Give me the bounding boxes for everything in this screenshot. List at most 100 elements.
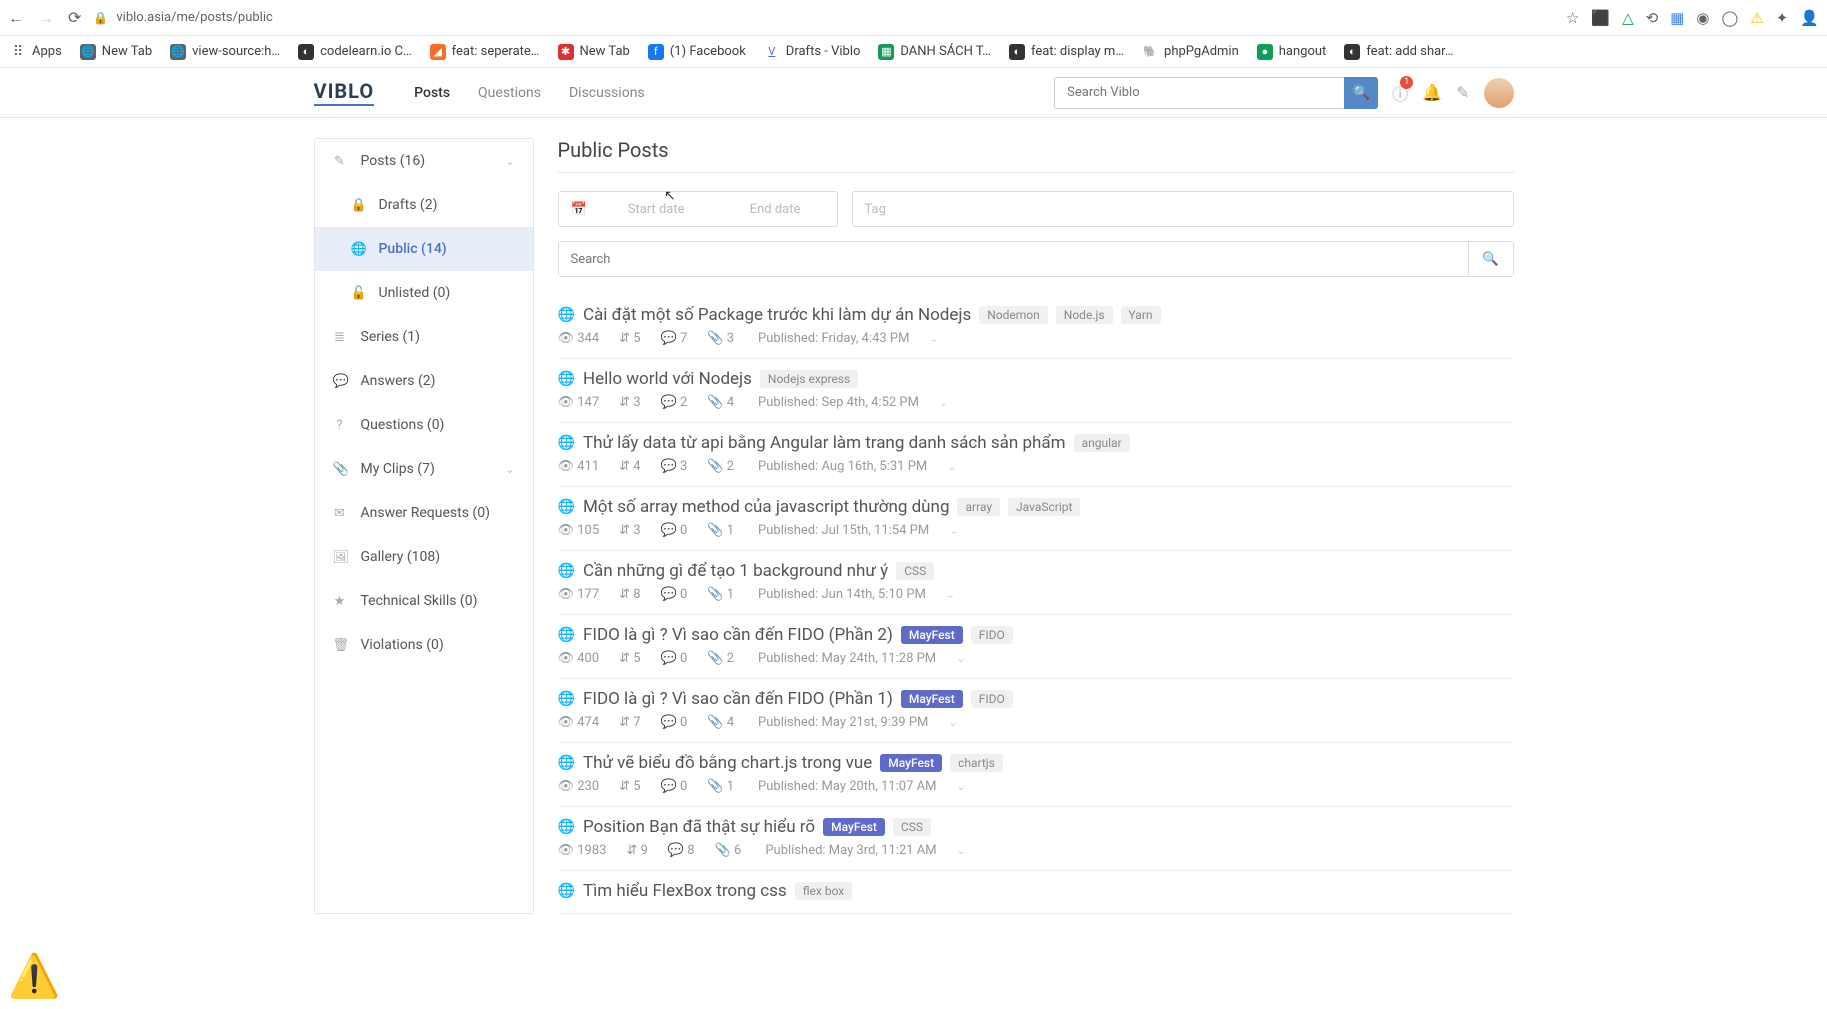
ext-icon-7[interactable]: ⚠ — [1750, 9, 1763, 27]
chevron-down-icon[interactable]: ⌄ — [929, 332, 938, 345]
tag-input[interactable]: Tag — [852, 191, 1514, 227]
global-search-input[interactable] — [1054, 77, 1344, 109]
sidebar-item[interactable]: 🗑Violations (0) — [315, 623, 533, 667]
chevron-down-icon[interactable]: ⌄ — [957, 844, 966, 857]
extensions-icon[interactable]: ✦ — [1776, 9, 1789, 27]
views-stat: 👁 400 — [558, 651, 600, 666]
published-text: Published: Friday, 4:43 PM — [758, 331, 909, 346]
ext-icon-4[interactable]: ▦ — [1670, 9, 1684, 27]
bookmark-item[interactable]: ▦DANH SÁCH T… — [878, 44, 991, 60]
sidebar-item[interactable]: ≣Series (1) — [315, 315, 533, 359]
bookmark-item[interactable]: f(1) Facebook — [648, 44, 746, 60]
sidebar-item[interactable]: ★Technical Skills (0) — [315, 579, 533, 623]
nav-discussions[interactable]: Discussions — [569, 85, 645, 101]
sidebar-item[interactable]: ✎Posts (16)⌄ — [315, 139, 533, 183]
sidebar-item[interactable]: 💬Answers (2) — [315, 359, 533, 403]
views-stat: 👁 411 — [558, 459, 600, 474]
post-tag[interactable]: chartjs — [950, 754, 1003, 772]
apps-button[interactable]: ⠿Apps — [10, 44, 62, 60]
bookmark-item[interactable]: ◢feat: seperate… — [430, 44, 540, 60]
post-title[interactable]: Thử vẽ biểu đồ bằng chart.js trong vue — [583, 753, 872, 773]
post-item: 🌐 Thử vẽ biểu đồ bằng chart.js trong vue… — [558, 743, 1514, 807]
sidebar-item[interactable]: 🔓Unlisted (0) — [315, 271, 533, 315]
post-tag[interactable]: Yarn — [1121, 306, 1161, 324]
post-title[interactable]: Cần những gì để tạo 1 background như ý — [583, 561, 888, 581]
post-title[interactable]: Cài đặt một số Package trước khi làm dự … — [583, 305, 971, 325]
chevron-down-icon[interactable]: ⌄ — [948, 716, 957, 729]
post-tag[interactable]: CSS — [893, 818, 931, 836]
sidebar-item[interactable]: 📎My Clips (7)⌄ — [315, 447, 533, 491]
bookmark-item[interactable]: ◐feat: add shar… — [1344, 44, 1453, 60]
ext-icon-5[interactable]: ◉ — [1696, 9, 1709, 27]
chevron-down-icon[interactable]: ⌄ — [949, 524, 958, 537]
pen-icon[interactable]: ✎ — [1456, 83, 1469, 102]
clips-stat: 📎 1 — [707, 523, 734, 538]
bookmark-item[interactable]: ◐feat: display m… — [1009, 44, 1124, 60]
post-title[interactable]: Thử lấy data từ api bằng Angular làm tra… — [583, 433, 1066, 453]
bookmarks-bar: ⠿Apps 🌐New Tab 🌐view-source:h… ◐codelear… — [0, 36, 1827, 68]
sidebar-item[interactable]: ✉Answer Requests (0) — [315, 491, 533, 535]
reload-icon[interactable]: ⟳ — [68, 8, 81, 27]
post-tag[interactable]: array — [957, 498, 1000, 516]
post-tag[interactable]: Node.js — [1056, 306, 1113, 324]
post-tag[interactable]: CSS — [896, 562, 934, 580]
chevron-down-icon[interactable]: ⌄ — [939, 396, 948, 409]
post-tag[interactable]: FIDO — [971, 690, 1013, 708]
info-icon[interactable]: ⓘ1 — [1392, 81, 1408, 105]
star-icon[interactable]: ☆ — [1566, 9, 1579, 27]
back-icon[interactable]: ← — [8, 8, 24, 28]
comments-stat: 💬 0 — [661, 587, 688, 602]
clips-stat: 📎 6 — [715, 843, 742, 858]
bookmark-item[interactable]: 🌐view-source:h… — [170, 44, 280, 60]
sidebar-item[interactable]: ?Questions (0) — [315, 403, 533, 447]
comments-stat: 💬 8 — [668, 843, 695, 858]
ext-icon-3[interactable]: ⟲ — [1646, 9, 1659, 27]
sidebar-item[interactable]: 🌐Public (14) — [315, 227, 533, 271]
bookmark-item[interactable]: ✱New Tab — [558, 44, 630, 60]
posts-search-button[interactable]: 🔍 — [1468, 241, 1514, 277]
post-item: 🌐 Một số array method của javascript thư… — [558, 487, 1514, 551]
post-title[interactable]: Tìm hiểu FlexBox trong css — [583, 881, 787, 901]
avatar[interactable] — [1484, 78, 1514, 108]
sidebar-item-label: Series (1) — [361, 329, 421, 345]
url-text[interactable]: viblo.asia/me/posts/public — [116, 10, 272, 25]
post-tag[interactable]: Nodejs express — [760, 370, 858, 388]
chevron-down-icon[interactable]: ⌄ — [946, 588, 955, 601]
post-tag[interactable]: Nodemon — [979, 306, 1048, 324]
chevron-down-icon[interactable]: ⌄ — [956, 652, 965, 665]
comments-stat: 💬 0 — [661, 779, 688, 794]
sidebar-item[interactable]: 🖼Gallery (108) — [315, 535, 533, 579]
bookmark-item[interactable]: VDrafts - Viblo — [764, 44, 861, 60]
post-title[interactable]: Một số array method của javascript thườn… — [583, 497, 950, 517]
global-search-button[interactable]: 🔍 — [1344, 77, 1378, 109]
ext-icon-1[interactable]: ⬛ — [1591, 9, 1610, 27]
post-title[interactable]: Position Bạn đã thật sự hiểu rõ — [583, 817, 815, 837]
views-stat: 👁 177 — [558, 587, 600, 602]
date-range-input[interactable]: 📅 Start date End date — [558, 191, 838, 227]
logo[interactable]: VIBLO — [314, 79, 375, 106]
forward-icon[interactable]: → — [38, 8, 54, 28]
post-title[interactable]: Hello world với Nodejs — [583, 369, 752, 389]
post-tag[interactable]: FIDO — [971, 626, 1013, 644]
profile-icon[interactable]: 👤 — [1800, 9, 1819, 27]
post-tag[interactable]: angular — [1074, 434, 1130, 452]
chevron-down-icon[interactable]: ⌄ — [956, 780, 965, 793]
post-tag[interactable]: flex box — [795, 882, 853, 900]
post-tag[interactable]: JavaScript — [1008, 498, 1080, 516]
posts-search-input[interactable] — [558, 241, 1468, 277]
post-title[interactable]: FIDO là gì ? Vì sao cần đến FIDO (Phần 1… — [583, 689, 893, 709]
bell-icon[interactable]: 🔔 — [1422, 83, 1442, 102]
nav-posts[interactable]: Posts — [414, 85, 450, 101]
sidebar-item[interactable]: 🔒Drafts (2) — [315, 183, 533, 227]
ext-icon-6[interactable]: ◯ — [1721, 9, 1738, 27]
notif-badge: 1 — [1400, 76, 1413, 89]
bookmark-item[interactable]: ●hangout — [1257, 44, 1327, 60]
ext-icon-2[interactable]: △ — [1622, 9, 1634, 27]
bookmark-item[interactable]: 🌐New Tab — [80, 44, 152, 60]
bookmark-item[interactable]: ◐codelearn.io C… — [298, 44, 412, 60]
post-title[interactable]: FIDO là gì ? Vì sao cần đến FIDO (Phần 2… — [583, 625, 893, 645]
chevron-down-icon[interactable]: ⌄ — [947, 460, 956, 473]
globe-icon: 🌐 — [558, 691, 575, 707]
nav-questions[interactable]: Questions — [478, 85, 541, 101]
bookmark-item[interactable]: 🐘phpPgAdmin — [1142, 44, 1239, 60]
